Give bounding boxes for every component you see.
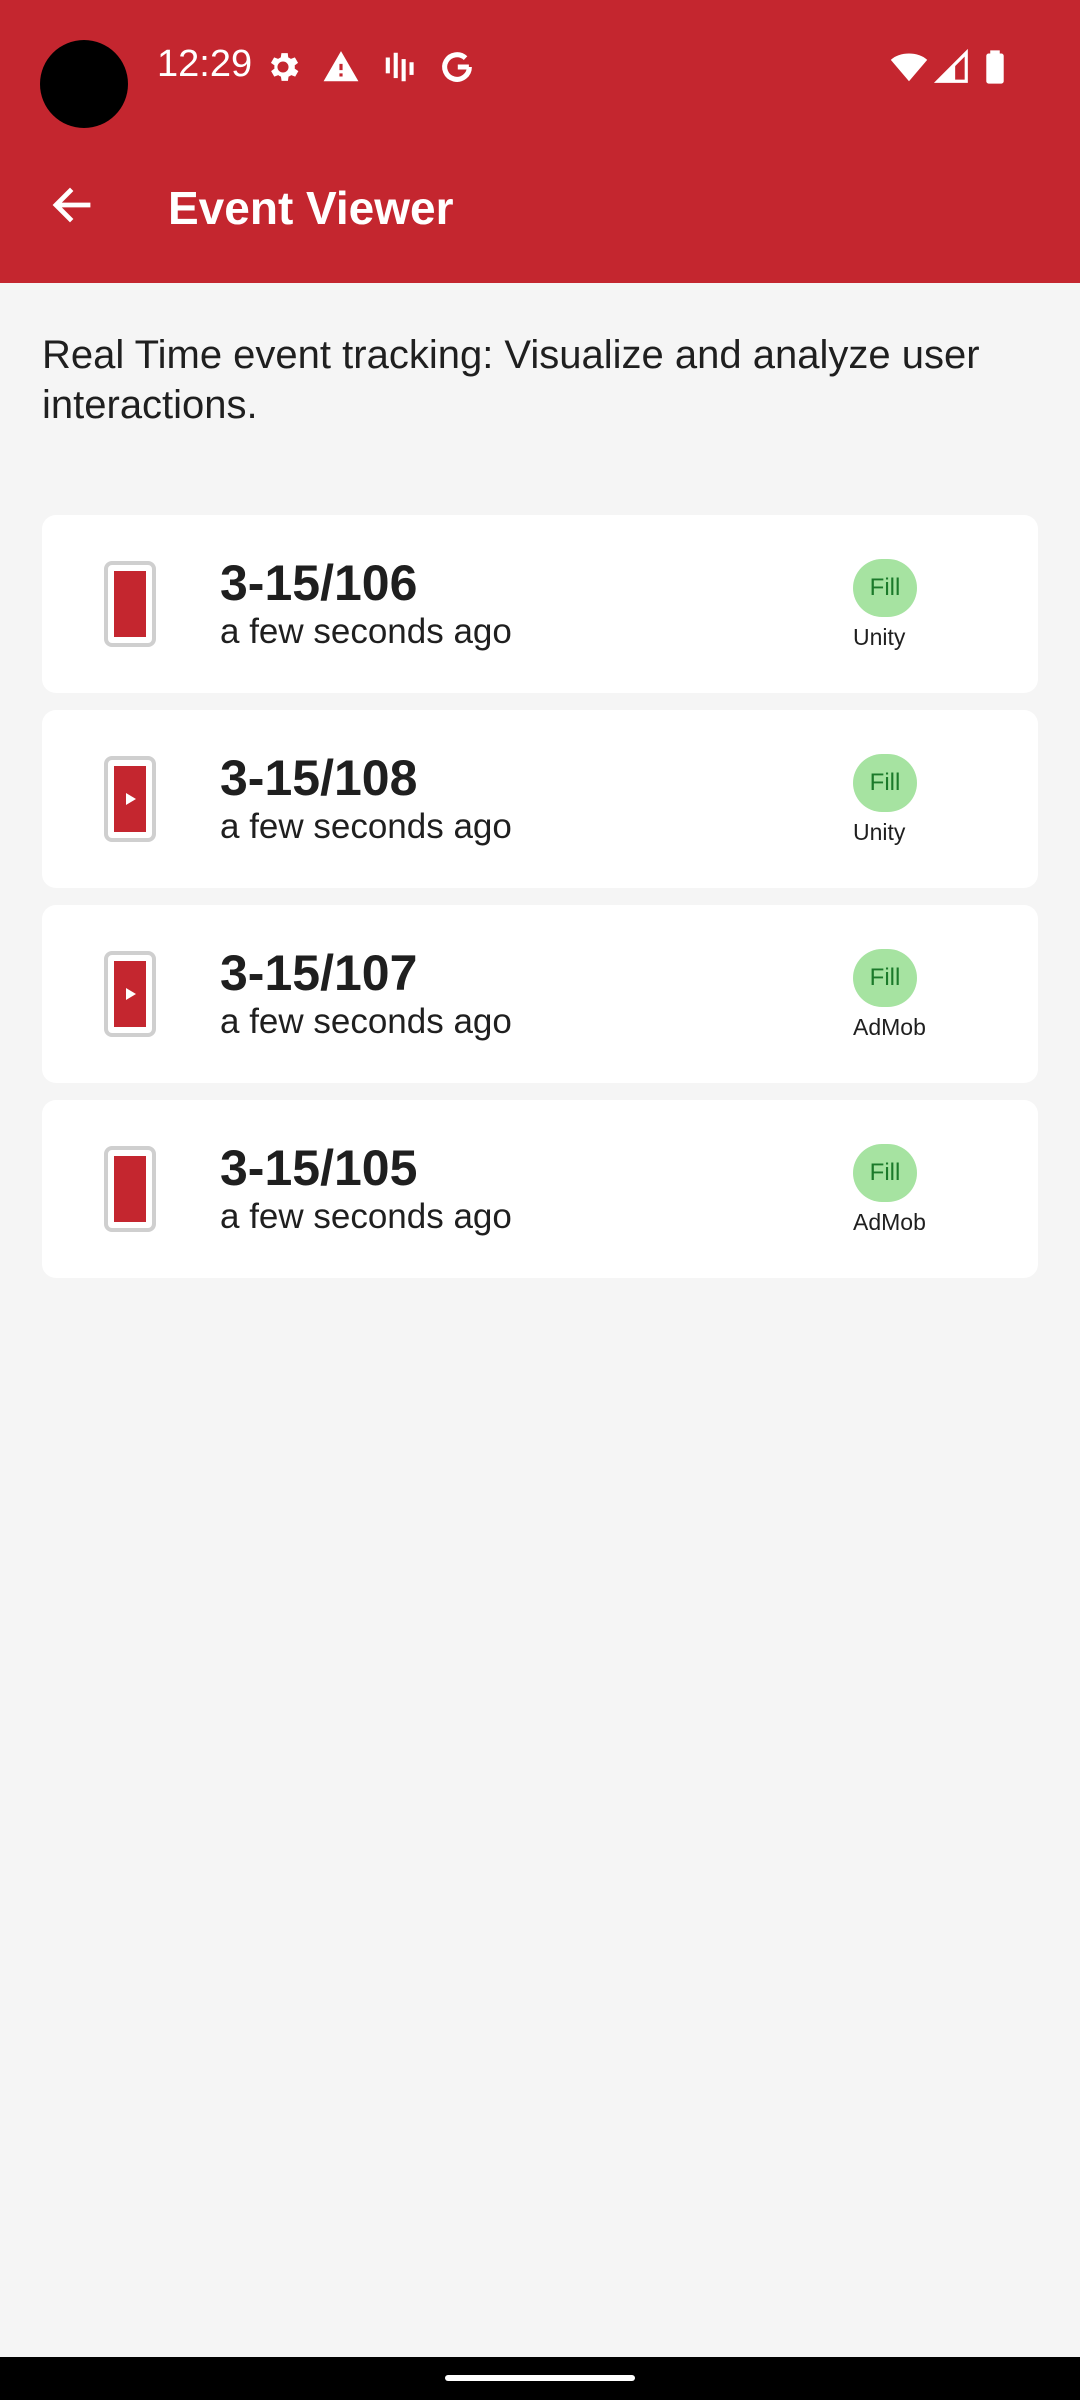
device-video-icon (104, 951, 156, 1037)
event-card[interactable]: 3-15/107 a few seconds ago Fill AdMob (42, 905, 1038, 1083)
status-badge: Fill (853, 559, 917, 617)
signal-bars-icon (381, 48, 419, 86)
camera-cutout (40, 40, 128, 128)
event-card[interactable]: 3-15/106 a few seconds ago Fill Unity (42, 515, 1038, 693)
gear-icon (264, 48, 302, 86)
status-badge: Fill (853, 1144, 917, 1202)
wifi-icon (890, 48, 928, 86)
app-screen: 12:29 Event Viewer Real Time event track… (0, 0, 1080, 2400)
page-title: Event Viewer (168, 182, 454, 234)
toolbar: Event Viewer (0, 135, 1080, 283)
back-button[interactable] (36, 169, 108, 241)
page-description: Real Time event tracking: Visualize and … (42, 333, 980, 427)
ad-network-label: Unity (853, 819, 906, 845)
ad-network-label: AdMob (853, 1209, 926, 1235)
status-badge: Fill (853, 754, 917, 812)
cell-signal-icon (933, 48, 971, 86)
event-card[interactable]: 3-15/108 a few seconds ago Fill Unity (42, 710, 1038, 888)
event-card[interactable]: 3-15/105 a few seconds ago Fill AdMob (42, 1100, 1038, 1278)
status-time: 12:29 (157, 43, 253, 85)
event-time: a few seconds ago (220, 1002, 512, 1041)
device-banner-icon (104, 1146, 156, 1232)
status-bar: 12:29 (0, 0, 1080, 135)
home-indicator[interactable] (445, 2375, 635, 2381)
google-icon (438, 48, 476, 86)
battery-icon (976, 48, 1014, 86)
event-id: 3-15/105 (220, 1140, 418, 1196)
event-time: a few seconds ago (220, 807, 512, 846)
event-id: 3-15/107 (220, 945, 418, 1001)
device-video-icon (104, 756, 156, 842)
event-time: a few seconds ago (220, 612, 512, 651)
device-banner-icon (104, 561, 156, 647)
status-badge: Fill (853, 949, 917, 1007)
ad-network-label: Unity (853, 624, 906, 650)
app-header: 12:29 Event Viewer (0, 0, 1080, 283)
event-list: 3-15/106 a few seconds ago Fill Unity 3-… (42, 515, 1038, 1295)
arrow-left-icon (52, 187, 91, 223)
navigation-bar (0, 2357, 1080, 2400)
event-id: 3-15/106 (220, 555, 418, 611)
ad-network-label: AdMob (853, 1014, 926, 1040)
warning-icon (322, 48, 360, 86)
event-time: a few seconds ago (220, 1197, 512, 1236)
event-id: 3-15/108 (220, 750, 418, 806)
